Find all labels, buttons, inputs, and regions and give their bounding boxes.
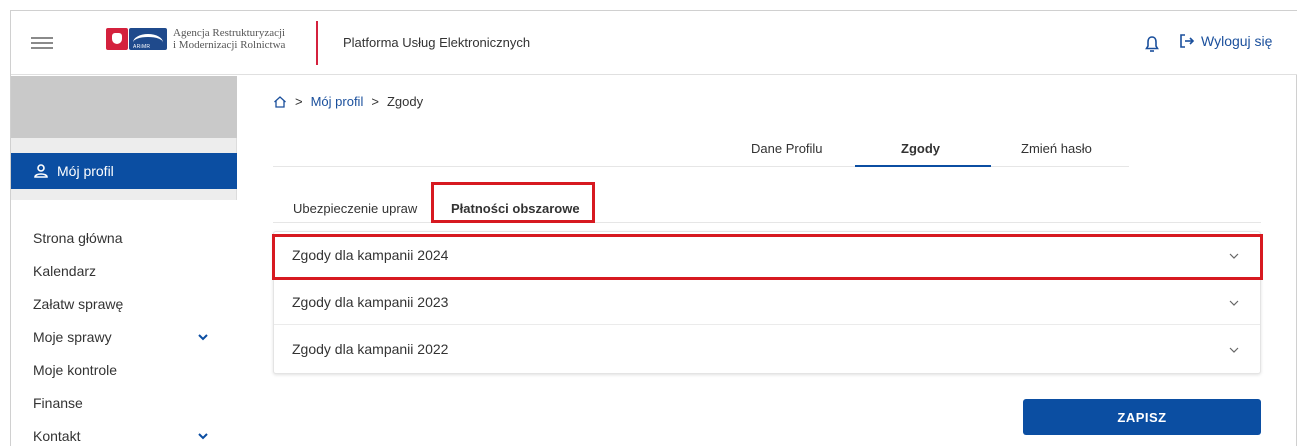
- notifications-bell-icon[interactable]: [1144, 35, 1160, 53]
- user-icon: [34, 164, 48, 178]
- sidebar-user-banner: [11, 76, 237, 138]
- sidebar-item-home[interactable]: Strona główna: [33, 230, 223, 246]
- breadcrumb-separator: >: [371, 94, 379, 109]
- chevron-down-icon[interactable]: [197, 430, 209, 442]
- tab-profile-data[interactable]: Dane Profilu: [751, 141, 823, 156]
- chevron-down-icon[interactable]: [197, 331, 209, 343]
- home-icon[interactable]: [273, 95, 287, 109]
- breadcrumb-separator: >: [295, 94, 303, 109]
- sidebar-item-my-inspections[interactable]: Moje kontrole: [33, 362, 223, 378]
- sidebar-item-finances[interactable]: Finanse: [33, 395, 223, 411]
- sidebar-item-my-profile-label: Mój profil: [57, 163, 114, 179]
- sidebar: Mój profil Strona główna Kalendarz Załat…: [11, 76, 237, 446]
- sidebar-item-my-cases[interactable]: Moje sprawy: [33, 329, 223, 345]
- tab-consents[interactable]: Zgody: [901, 141, 940, 156]
- save-button[interactable]: ZAPISZ: [1023, 399, 1261, 435]
- sidebar-item-my-profile[interactable]: Mój profil: [11, 153, 237, 189]
- chevron-down-icon: [1229, 300, 1239, 306]
- breadcrumb: > Mój profil > Zgody: [273, 94, 423, 109]
- app-window: ARiMR Agencja Restrukturyzacji i Moderni…: [10, 10, 1297, 446]
- sidebar-item-handle-matter[interactable]: Załatw sprawę: [33, 296, 223, 312]
- active-tab-indicator: [855, 165, 991, 167]
- highlight-box-subtab: [431, 182, 595, 223]
- sidebar-menu: Strona główna Kalendarz Załatw sprawę Mo…: [11, 200, 237, 446]
- tab-change-password[interactable]: Zmień hasło: [1021, 141, 1092, 156]
- hamburger-menu-icon[interactable]: [31, 37, 53, 49]
- sidebar-item-calendar[interactable]: Kalendarz: [33, 263, 223, 279]
- header-divider: [316, 21, 318, 65]
- subtab-crop-insurance[interactable]: Ubezpieczenie upraw: [293, 201, 417, 216]
- agency-name-line1: Agencja Restrukturyzacji: [173, 27, 286, 39]
- logout-label: Wyloguj się: [1201, 33, 1273, 49]
- chevron-down-icon: [1229, 347, 1239, 353]
- agency-name-line2: i Modernizacji Rolnictwa: [173, 39, 286, 51]
- polish-emblem-logo: [106, 28, 128, 50]
- logout-button[interactable]: Wyloguj się: [1179, 33, 1272, 49]
- accordion-item-label: Zgody dla kampanii 2023: [292, 294, 449, 310]
- agency-name: Agencja Restrukturyzacji i Modernizacji …: [173, 27, 285, 51]
- sidebar-item-contact[interactable]: Kontakt: [33, 428, 223, 444]
- accordion-item-label: Zgody dla kampanii 2022: [292, 341, 449, 357]
- accordion-item-2023[interactable]: Zgody dla kampanii 2023: [274, 279, 1260, 325]
- breadcrumb-my-profile[interactable]: Mój profil: [311, 94, 364, 109]
- platform-title: Platforma Usług Elektronicznych: [343, 35, 531, 50]
- accordion-item-2022[interactable]: Zgody dla kampanii 2022: [274, 326, 1260, 372]
- breadcrumb-consents: Zgody: [386, 94, 424, 109]
- consent-subtabs: Ubezpieczenie upraw Płatności obszarowe: [273, 183, 1261, 223]
- logout-icon: [1180, 34, 1195, 48]
- arimr-logo-label: ARiMR: [133, 44, 151, 50]
- highlight-box-accordion-2024: [272, 234, 1263, 280]
- profile-tabs: Dane Profilu Zgody Zmień hasło: [273, 129, 1129, 167]
- top-header: ARiMR Agencja Restrukturyzacji i Moderni…: [11, 11, 1297, 75]
